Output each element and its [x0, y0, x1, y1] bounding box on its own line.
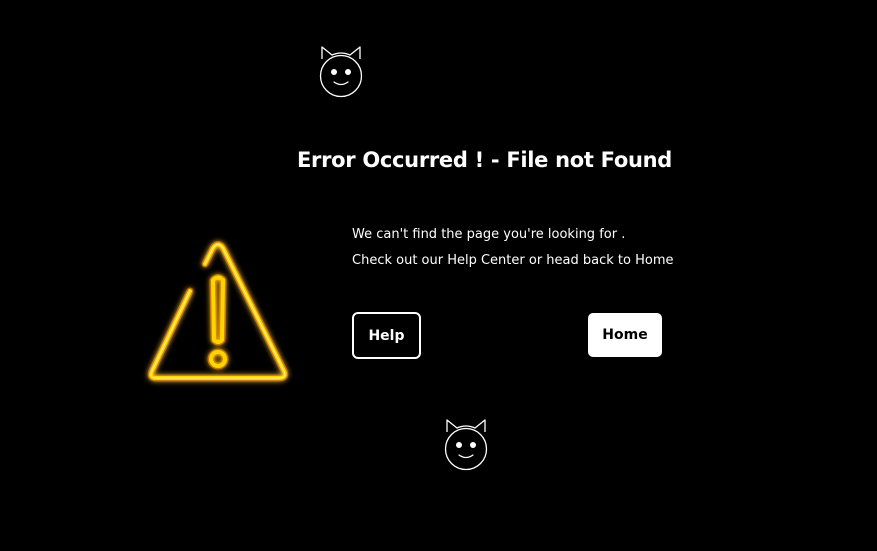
cat-face-icon	[317, 45, 365, 99]
home-button[interactable]: Home	[588, 313, 662, 357]
warning-triangle-icon	[144, 237, 292, 385]
message-line-1: We can't find the page you're looking fo…	[352, 227, 626, 242]
page-title: Error Occurred ! - File not Found	[296, 148, 673, 172]
message-line-2: Check out our Help Center or head back t…	[352, 253, 674, 268]
help-button[interactable]: Help	[352, 312, 421, 359]
cat-face-icon	[442, 418, 490, 472]
error-message: We can't find the page you're looking fo…	[352, 222, 674, 274]
